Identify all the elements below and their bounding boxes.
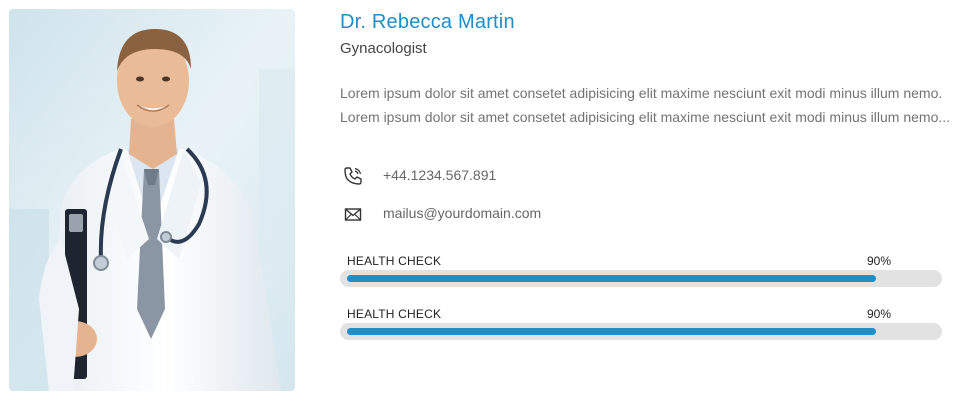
- progress-fill: [347, 275, 876, 282]
- doctor-photo: [9, 9, 295, 391]
- progress-track: [340, 323, 942, 340]
- phone-icon: [342, 165, 364, 187]
- skill-label: HEALTH CHECK: [347, 254, 442, 268]
- phone-number[interactable]: +44.1234.567.891: [383, 167, 496, 183]
- doctor-specialty: Gynacologist: [340, 40, 427, 57]
- skill-label: HEALTH CHECK: [347, 307, 442, 321]
- envelope-icon: [342, 203, 364, 225]
- skill-bar: HEALTH CHECK 90%: [340, 307, 942, 341]
- skill-percent: 90%: [867, 254, 892, 268]
- skill-bar: HEALTH CHECK 90%: [340, 254, 942, 288]
- doctor-name: Dr. Rebecca Martin: [340, 11, 515, 33]
- skill-percent: 90%: [867, 307, 892, 321]
- progress-track: [340, 270, 942, 287]
- email-address[interactable]: mailus@yourdomain.com: [383, 205, 541, 221]
- progress-fill: [347, 328, 876, 335]
- doctor-bio: Lorem ipsum dolor sit amet consetet adip…: [340, 85, 951, 125]
